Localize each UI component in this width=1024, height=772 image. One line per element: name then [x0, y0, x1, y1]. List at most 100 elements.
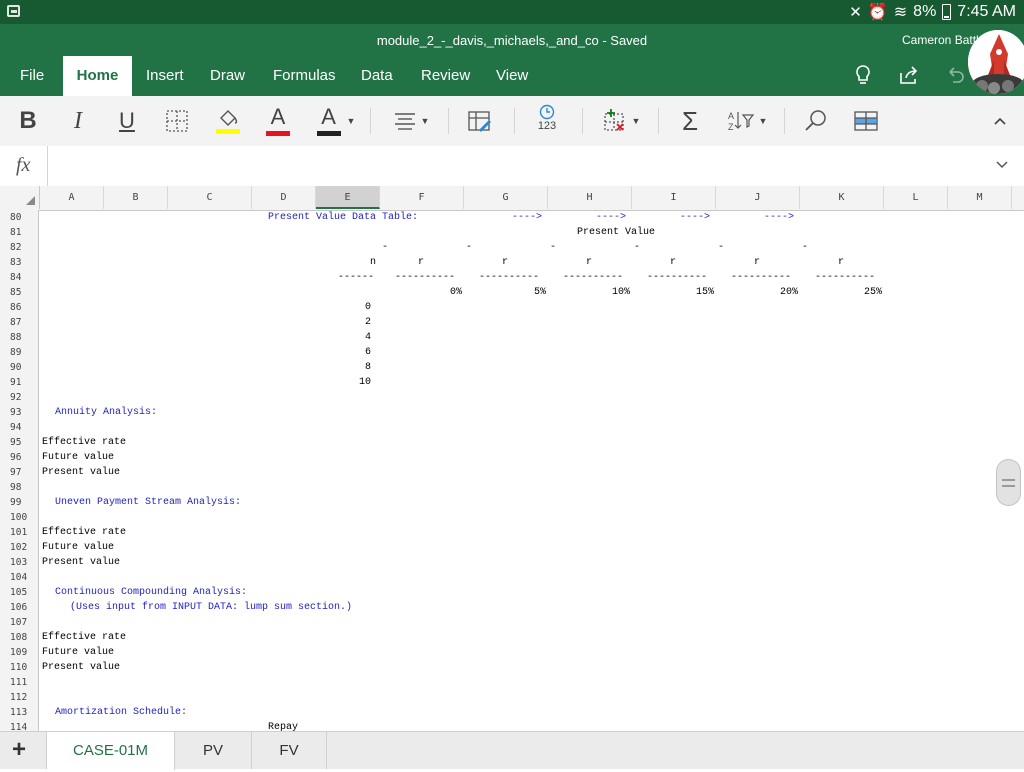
column-header-m[interactable]: M — [948, 186, 1012, 209]
insert-delete-cells-button[interactable]: ▼ — [600, 106, 642, 136]
row-header[interactable]: 104 — [0, 570, 39, 585]
cell-n-value[interactable]: 8 — [316, 360, 371, 375]
column-header-f[interactable]: F — [380, 186, 464, 209]
cell-r-underline[interactable]: ---------- — [815, 270, 875, 285]
cell-present-value[interactable]: Present value — [42, 660, 120, 675]
sheet-tab-case-01m[interactable]: CASE-01M — [47, 732, 175, 772]
row-header[interactable]: 95 — [0, 435, 39, 450]
column-header-a[interactable]: A — [40, 186, 104, 209]
row-header[interactable]: 100 — [0, 510, 39, 525]
cell-rate[interactable]: 15% — [632, 285, 714, 300]
cell-rate[interactable]: 0% — [380, 285, 462, 300]
autosum-button[interactable]: Σ — [676, 106, 704, 136]
cell-n-value[interactable]: 0 — [316, 300, 371, 315]
collapse-ribbon-icon[interactable] — [990, 106, 1010, 136]
tab-insert[interactable]: Insert — [146, 56, 184, 96]
cell-pv-data-table-label[interactable]: Present Value Data Table: — [268, 210, 418, 225]
tab-home[interactable]: Home — [63, 56, 132, 96]
cell-effective-rate[interactable]: Effective rate — [42, 630, 126, 645]
cell-future-value[interactable]: Future value — [42, 540, 114, 555]
cell-rate[interactable]: 20% — [716, 285, 798, 300]
cell-annuity-label[interactable]: Annuity Analysis: — [55, 405, 157, 420]
cell-effective-rate[interactable]: Effective rate — [42, 525, 126, 540]
bold-button[interactable]: B — [16, 106, 40, 136]
cell-r-underline[interactable]: ---------- — [647, 270, 707, 285]
column-header-e[interactable]: E — [316, 186, 380, 209]
cell-future-value[interactable]: Future value — [42, 450, 114, 465]
row-header[interactable]: 93 — [0, 405, 39, 420]
cell-r-header[interactable]: r — [754, 255, 760, 270]
cell-r-underline[interactable]: ---------- — [731, 270, 791, 285]
borders-button[interactable] — [164, 106, 190, 136]
row-header[interactable]: 87 — [0, 315, 39, 330]
row-header[interactable]: 85 — [0, 285, 39, 300]
row-header[interactable]: 103 — [0, 555, 39, 570]
avatar[interactable] — [968, 30, 1024, 94]
sort-filter-button[interactable]: AZ ▼ — [726, 106, 768, 136]
cell-present-value[interactable]: Present value — [42, 555, 120, 570]
row-header[interactable]: 90 — [0, 360, 39, 375]
fill-color-button[interactable] — [214, 106, 242, 136]
row-header[interactable]: 101 — [0, 525, 39, 540]
cell-arrow[interactable]: ----> — [512, 210, 542, 225]
column-header-b[interactable]: B — [104, 186, 168, 209]
sheet-tab-fv[interactable]: FV — [252, 732, 327, 769]
row-header[interactable]: 106 — [0, 600, 39, 615]
italic-button[interactable]: I — [66, 106, 90, 136]
table-button[interactable] — [852, 106, 880, 136]
tab-file[interactable]: File — [20, 56, 44, 96]
row-header[interactable]: 83 — [0, 255, 39, 270]
tab-formulas[interactable]: Formulas — [273, 56, 336, 96]
column-header-j[interactable]: J — [716, 186, 800, 209]
align-button[interactable]: ▼ — [390, 106, 432, 136]
row-header[interactable]: 109 — [0, 645, 39, 660]
cell-continuous-label[interactable]: Continuous Compounding Analysis: — [55, 585, 247, 600]
row-header[interactable]: 111 — [0, 675, 39, 690]
tab-review[interactable]: Review — [421, 56, 470, 96]
select-all-corner[interactable] — [0, 186, 40, 209]
cell-r-header[interactable]: r — [670, 255, 676, 270]
row-header[interactable]: 91 — [0, 375, 39, 390]
cell-r-header[interactable]: r — [418, 255, 424, 270]
lightbulb-icon[interactable] — [851, 64, 875, 88]
scroll-handle[interactable] — [996, 459, 1021, 506]
row-header[interactable]: 94 — [0, 420, 39, 435]
cell-r-underline[interactable]: ---------- — [563, 270, 623, 285]
row-header[interactable]: 92 — [0, 390, 39, 405]
sheet-tab-pv[interactable]: PV — [175, 732, 252, 769]
expand-formula-icon[interactable] — [996, 156, 1008, 172]
row-header[interactable]: 105 — [0, 585, 39, 600]
cell-n-value[interactable]: 2 — [316, 315, 371, 330]
cell-amortization-label[interactable]: Amortization Schedule: — [55, 705, 187, 720]
find-button[interactable] — [802, 106, 830, 136]
row-header[interactable]: 86 — [0, 300, 39, 315]
cell-present-value-header[interactable]: Present Value — [577, 225, 655, 240]
cell-dash[interactable]: - — [634, 240, 640, 255]
cell-r-underline[interactable]: ---------- — [395, 270, 455, 285]
row-header[interactable]: 97 — [0, 465, 39, 480]
cell-n-header[interactable]: n — [370, 255, 376, 270]
cell-n-value[interactable]: 10 — [316, 375, 371, 390]
cell-dash[interactable]: - — [466, 240, 472, 255]
row-header[interactable]: 82 — [0, 240, 39, 255]
font-color-button[interactable]: A — [264, 104, 292, 136]
cell-arrow[interactable]: ----> — [680, 210, 710, 225]
cell-rate[interactable]: 10% — [548, 285, 630, 300]
cell-dash[interactable]: - — [802, 240, 808, 255]
column-header-l[interactable]: L — [884, 186, 948, 209]
cell-dash[interactable]: - — [550, 240, 556, 255]
cell-r-header[interactable]: r — [586, 255, 592, 270]
row-header[interactable]: 98 — [0, 480, 39, 495]
row-header[interactable]: 102 — [0, 540, 39, 555]
row-header[interactable]: 81 — [0, 225, 39, 240]
cell-arrow[interactable]: ----> — [596, 210, 626, 225]
underline-button[interactable]: U — [115, 106, 139, 136]
cell-future-value[interactable]: Future value — [42, 645, 114, 660]
row-header[interactable]: 112 — [0, 690, 39, 705]
cell-n-underline[interactable]: ------ — [338, 270, 374, 285]
row-header[interactable]: 88 — [0, 330, 39, 345]
row-header[interactable]: 84 — [0, 270, 39, 285]
column-header-c[interactable]: C — [168, 186, 252, 209]
number-format-button[interactable]: 123 — [532, 104, 562, 136]
cell-dash[interactable]: - — [382, 240, 388, 255]
